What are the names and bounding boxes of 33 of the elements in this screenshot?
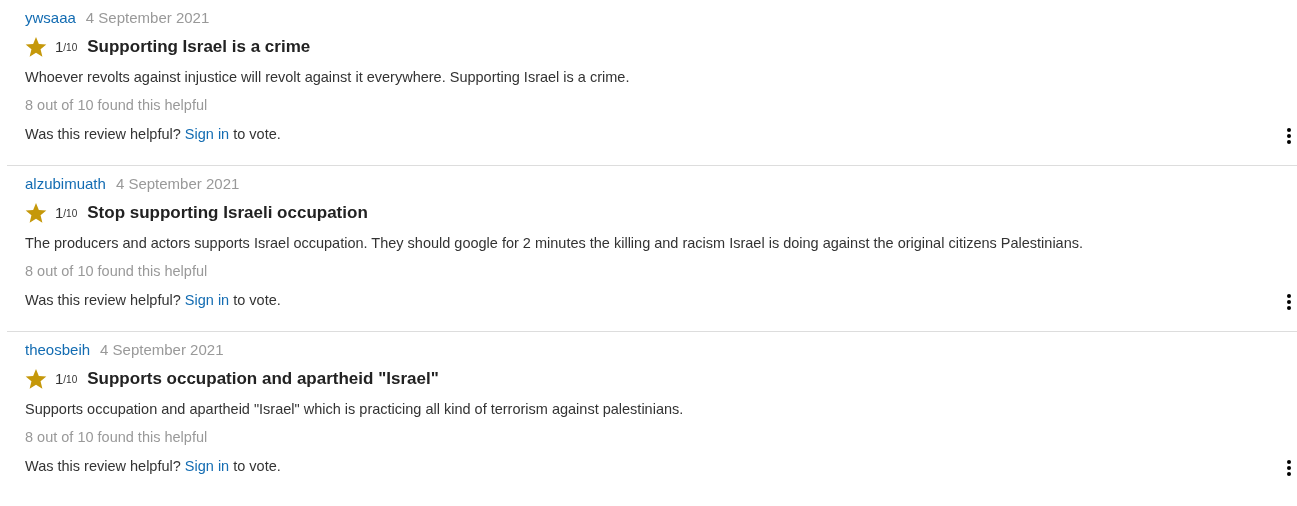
review-title: Supports occupation and apartheid "Israel": [87, 368, 439, 391]
rating-value: 1: [55, 368, 64, 389]
star-icon: [25, 368, 47, 390]
author-link[interactable]: ywsaaa: [25, 7, 76, 30]
author-link[interactable]: theosbeih: [25, 339, 91, 362]
review-date: 4 September 2021: [100, 340, 224, 360]
review-text: The producers and actors supports Israel occupation. They should google for 2 minutes the killing and racism Israel is doing against the original citizens Palestinians.: [25, 234, 1084, 253]
star-icon: [25, 36, 47, 58]
rating-scale: /10: [63, 373, 78, 387]
review-text: Whoever revolts against injustice will revolt against it everywhere. Supporting Israel is a crime.: [25, 68, 631, 87]
rating-scale: /10: [63, 41, 78, 55]
review-title: Supporting Israel is a crime: [87, 36, 311, 59]
star-icon: [25, 202, 47, 224]
vote-prompt: Was this review helpful? Sign in to vote.: [25, 125, 281, 144]
helpful-count: 8 out of 10 found this helpful: [25, 96, 209, 115]
more-options-icon[interactable]: [1286, 294, 1292, 310]
rating-value: 1: [55, 36, 64, 57]
more-options-icon[interactable]: [1286, 128, 1292, 144]
helpful-count: 8 out of 10 found this helpful: [25, 428, 209, 447]
more-options-icon[interactable]: [1286, 460, 1292, 476]
vote-prompt: Was this review helpful? Sign in to vote.: [25, 457, 281, 476]
sign-in-link[interactable]: Sign in: [184, 126, 230, 142]
sign-in-link[interactable]: Sign in: [184, 292, 230, 308]
review-text: Supports occupation and apartheid "Israel" which is practicing all kind of terrorism against palestinians.: [25, 400, 685, 419]
review-date: 4 September 2021: [115, 174, 240, 194]
rating-scale: /10: [63, 207, 78, 221]
vote-prompt: Was this review helpful? Sign in to vote.: [25, 291, 281, 310]
rating-value: 1: [55, 202, 64, 223]
review-date: 4 September 2021: [85, 8, 210, 28]
review-title: Stop supporting Israeli occupation: [87, 202, 368, 225]
helpful-count: 8 out of 10 found this helpful: [25, 262, 209, 281]
author-link[interactable]: alzubimuath: [25, 173, 106, 196]
sign-in-link[interactable]: Sign in: [184, 458, 230, 474]
